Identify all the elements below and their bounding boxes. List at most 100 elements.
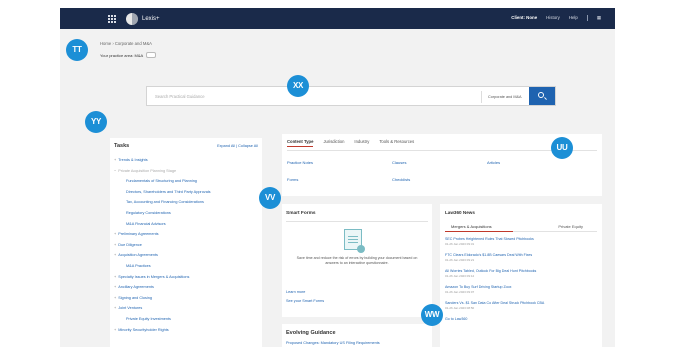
content-link-practice-notes[interactable]: Practice Notes [287, 160, 313, 165]
learn-more-link[interactable]: Learn more [286, 290, 305, 294]
news-date: 01-26 Jan 2023 08:50 [445, 306, 475, 310]
search-input[interactable]: Search Practical Guidance [155, 94, 205, 99]
notifications-icon[interactable]: ▦ [597, 15, 601, 21]
badge-yy: YY [85, 111, 107, 133]
expand-icon[interactable]: + [114, 306, 116, 310]
expand-icon[interactable]: + [114, 253, 116, 257]
expand-collapse-links[interactable]: Expand All | Collapse All [217, 144, 258, 148]
task-item[interactable]: + Preliminary Agreements [114, 229, 260, 240]
news-item[interactable]: Go to Law360 [445, 317, 597, 333]
task-item-label: Acquisition Agreements [118, 253, 158, 258]
news-headline[interactable]: FTC Clears Eldorado's $1.8B Caesars Deal… [445, 253, 597, 257]
task-item-label: Specialty Issues in Mergers & Acquisitio… [118, 274, 190, 279]
tasks-title: Tasks [114, 143, 130, 149]
news-tabs: Mergers & Acquisitions Private Equity [445, 220, 597, 232]
badge-xx: XX [287, 75, 309, 97]
tab-mergers-acquisitions[interactable]: Mergers & Acquisitions [451, 224, 492, 229]
task-item[interactable]: Regulatory Considerations [114, 208, 260, 219]
task-item[interactable]: + Trends & Insights [114, 155, 260, 166]
task-item[interactable]: + Due Diligence [114, 240, 260, 251]
tab-private-equity[interactable]: Private Equity [558, 224, 583, 229]
expand-icon[interactable]: + [114, 232, 116, 236]
top-nav: Client: None History Help ▦ [511, 15, 601, 21]
collapse-icon[interactable]: − [114, 169, 116, 173]
expand-icon[interactable]: + [114, 158, 116, 162]
task-item-label: Joint Ventures [118, 306, 143, 311]
task-item[interactable]: Directors, Shareholders and Third Party … [114, 187, 260, 198]
active-tab-underline [445, 231, 513, 232]
task-item-label: Signing and Closing [118, 295, 152, 300]
task-item-label: Fundamentals of Structuring and Planning [126, 179, 197, 184]
tab-jurisdiction[interactable]: Jurisdiction [323, 139, 344, 147]
content-link-clauses[interactable]: Clauses [392, 160, 406, 165]
badge-vv: VV [259, 187, 281, 209]
news-headline[interactable]: Sanders Vs. $1 San Data Co After Deal St… [445, 301, 597, 305]
task-item[interactable]: − Private Acquisition Planning Stage [114, 166, 260, 177]
news-headline[interactable]: Amazon To Buy Surf Driving Startup Zoox [445, 285, 597, 289]
news-item[interactable]: All Worries Tabled, Outlook For Big Deal… [445, 269, 597, 285]
practice-area-dropdown[interactable] [146, 52, 157, 58]
news-headline[interactable]: Go to Law360 [445, 317, 597, 321]
app-logo[interactable]: Lexis+ [126, 12, 160, 25]
see-smart-forms-link[interactable]: See your Smart Forms [286, 299, 324, 303]
screenshot-frame: Lexis+ Client: None History Help ▦ Home … [0, 0, 685, 347]
search-icon [538, 92, 544, 98]
task-item[interactable]: M&A Practices [114, 261, 260, 272]
apps-grid-icon[interactable] [108, 15, 116, 23]
expand-icon[interactable]: + [114, 296, 116, 300]
practice-area-line: Your practice area: M&A [100, 52, 157, 58]
expand-icon[interactable]: + [114, 328, 116, 332]
tab-tools-resources[interactable]: Tools & Resources [379, 139, 414, 147]
smart-forms-description: Save time and reduce the risk of errors … [296, 256, 418, 265]
task-item-label: Trends & Insights [118, 158, 148, 162]
search-scope-dropdown[interactable]: Corporate and M&A [481, 91, 527, 103]
task-item[interactable]: + Joint Ventures [114, 303, 260, 314]
smart-forms-panel: Smart Forms Save time and reduce the ris… [282, 204, 432, 317]
news-item[interactable]: Sanders Vs. $1 San Data Co After Deal St… [445, 301, 597, 317]
content-link-articles[interactable]: Articles [487, 160, 500, 165]
expand-icon[interactable]: + [114, 285, 116, 289]
task-item[interactable]: Fundamentals of Structuring and Planning [114, 176, 260, 187]
task-item-label: M&A Financial Advisors [126, 221, 166, 226]
content-link-checklists[interactable]: Checklists [392, 177, 410, 182]
top-bar: Lexis+ Client: None History Help ▦ [60, 8, 615, 29]
tab-industry[interactable]: Industry [354, 139, 369, 147]
tab-content-type[interactable]: Content Type [287, 139, 314, 147]
task-item[interactable]: + Acquisition Agreements [114, 250, 260, 261]
history-link[interactable]: History [546, 15, 560, 21]
task-item[interactable]: + Specialty Issues in Mergers & Acquisiti… [114, 272, 260, 283]
search-button[interactable] [529, 87, 555, 105]
task-item[interactable]: Private Equity Investments [114, 314, 260, 325]
breadcrumb[interactable]: Home › Corporate and M&A [100, 41, 152, 46]
client-menu[interactable]: Client: None [511, 15, 537, 21]
badge-uu: UU [551, 137, 573, 159]
news-headline[interactable]: SEC Probes Heightened Rules That Slowed … [445, 237, 597, 241]
evolving-guidance-title: Evolving Guidance [286, 330, 336, 336]
task-item-label: Minority Securityholder Rights [118, 327, 169, 332]
news-headline[interactable]: All Worries Tabled, Outlook For Big Deal… [445, 269, 597, 273]
task-item[interactable]: + Minority Securityholder Rights [114, 325, 260, 336]
task-item[interactable]: M&A Financial Advisors [114, 219, 260, 230]
content-link-forms[interactable]: Forms [287, 177, 298, 182]
task-item-label: Directors, Shareholders and Third Party … [126, 189, 211, 194]
news-item[interactable]: FTC Clears Eldorado's $1.8B Caesars Deal… [445, 253, 597, 269]
expand-icon[interactable]: + [114, 243, 116, 247]
task-item[interactable]: Tax, Accounting and Financing Considerat… [114, 197, 260, 208]
news-item[interactable]: SEC Probes Heightened Rules That Slowed … [445, 237, 597, 253]
help-link[interactable]: Help [569, 15, 578, 21]
tasks-panel: Tasks Expand All | Collapse All + Trends … [110, 138, 262, 347]
task-item[interactable]: + Ancillary Agreements [114, 282, 260, 293]
smart-forms-title: Smart Forms [286, 211, 316, 216]
evolving-guidance-link[interactable]: Proposed Changes: Mandatory US Filing Re… [286, 341, 380, 345]
task-item-label: Ancillary Agreements [118, 285, 154, 290]
smart-form-document-icon [344, 229, 365, 253]
expand-icon[interactable]: + [114, 275, 116, 279]
task-item[interactable]: + Signing and Closing [114, 293, 260, 304]
news-item[interactable]: Amazon To Buy Surf Driving Startup Zoox 0… [445, 285, 597, 301]
content-tabs: Content Type Jurisdiction Industry Tools… [287, 139, 414, 147]
news-date: 01-26 Jan 2023 09:31 [445, 242, 475, 246]
smart-forms-divider [286, 221, 428, 222]
task-item-label: Preliminary Agreements [118, 232, 159, 237]
app-name: Lexis+ [142, 15, 160, 22]
task-item-label: Private Equity Investments [126, 316, 171, 321]
